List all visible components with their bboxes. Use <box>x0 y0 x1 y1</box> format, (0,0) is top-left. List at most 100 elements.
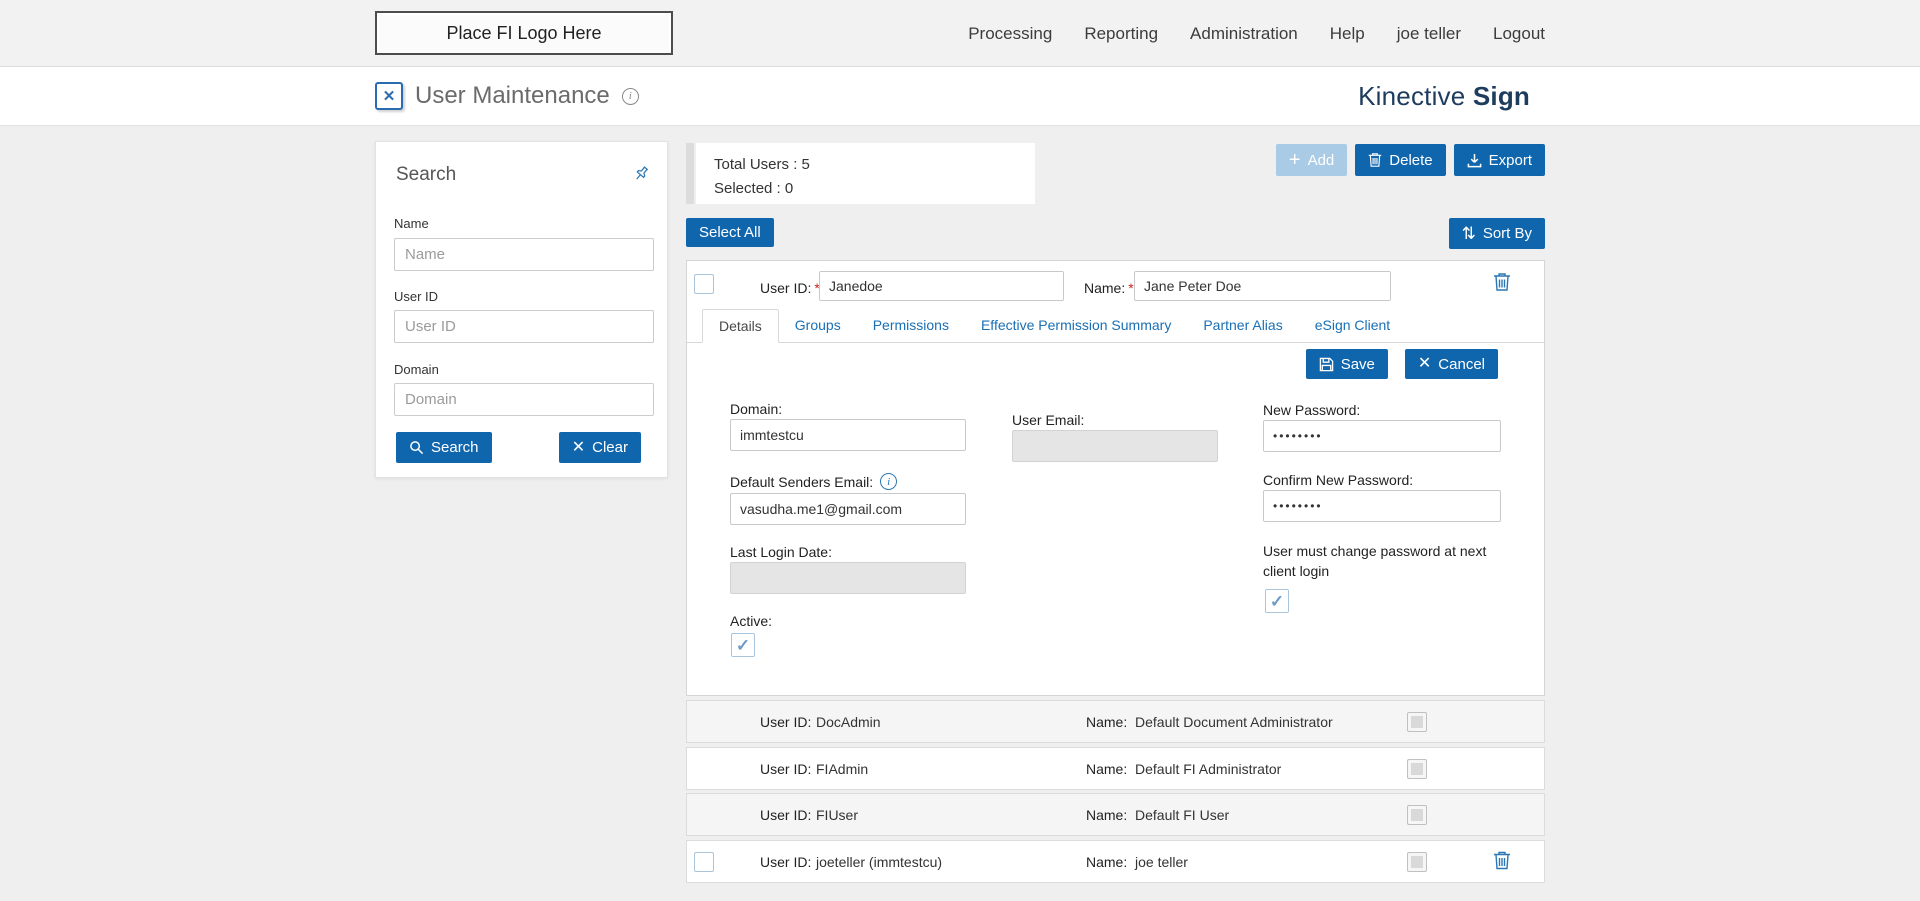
row-disabled-checkbox <box>1407 852 1427 872</box>
brand-logo: Kinective Sign <box>1358 67 1530 125</box>
default-senders-email-input[interactable] <box>730 493 966 525</box>
row-name-value: Default Document Administrator <box>1135 714 1333 730</box>
user-row[interactable]: User ID: DocAdmin Name: Default Document… <box>686 700 1545 743</box>
pin-icon[interactable] <box>631 164 651 189</box>
nav-item-processing[interactable]: Processing <box>968 24 1052 44</box>
must-change-password-label: User must change password at next client… <box>1263 541 1515 582</box>
tab-details[interactable]: Details <box>702 309 779 343</box>
row-disabled-checkbox <box>1407 712 1427 732</box>
toolbar: + Add Delete Export <box>1276 144 1545 176</box>
active-checkbox[interactable]: ✓ <box>731 633 755 657</box>
search-domain-input[interactable] <box>394 383 654 416</box>
summary-box: Total Users : 5 Selected : 0 <box>696 143 1035 204</box>
name-label: Name:* <box>1084 280 1134 296</box>
row-delete-button[interactable] <box>1493 850 1511 873</box>
sort-by-label: Sort By <box>1483 225 1532 242</box>
trash-icon <box>1368 152 1382 168</box>
user-tabs: Details Groups Permissions Effective Per… <box>687 309 1544 343</box>
page-title: User Maintenance <box>415 82 610 110</box>
row-name-value: joe teller <box>1135 854 1188 870</box>
row-name-label: Name: <box>1086 714 1127 730</box>
check-icon: ✓ <box>736 637 750 654</box>
domain-input[interactable] <box>730 419 966 451</box>
page-header: ✕ User Maintenance i Kinective Sign <box>0 67 1920 126</box>
trash-icon <box>1493 858 1511 873</box>
fi-logo-text: Place FI Logo Here <box>446 23 601 44</box>
save-button[interactable]: Save <box>1306 349 1388 379</box>
row-select-checkbox[interactable] <box>694 274 714 294</box>
domain-label: Domain: <box>730 401 782 417</box>
user-row[interactable]: User ID: FIAdmin Name: Default FI Admini… <box>686 747 1545 790</box>
add-button-label: Add <box>1308 152 1335 169</box>
user-id-input[interactable] <box>819 271 1064 301</box>
check-icon: ✓ <box>1270 593 1284 610</box>
total-users-text: Total Users : 5 <box>714 153 1017 177</box>
nav-item-administration[interactable]: Administration <box>1190 24 1298 44</box>
new-password-label: New Password: <box>1263 402 1360 418</box>
sort-icon: ⇅ <box>1462 225 1476 242</box>
search-name-input[interactable] <box>394 238 654 271</box>
clear-button[interactable]: ✕ Clear <box>559 432 641 463</box>
trash-icon <box>1493 280 1511 295</box>
name-input[interactable] <box>1134 271 1391 301</box>
confirm-new-password-label: Confirm New Password: <box>1263 472 1413 488</box>
nav-item-reporting[interactable]: Reporting <box>1084 24 1158 44</box>
main-content: Search Name User ID Domain Search <box>0 126 1920 901</box>
tab-partner-alias[interactable]: Partner Alias <box>1187 309 1298 342</box>
last-login-date-input <box>730 562 966 594</box>
nav-item-current-user[interactable]: joe teller <box>1397 24 1461 44</box>
tab-effective-permission-summary[interactable]: Effective Permission Summary <box>965 309 1187 342</box>
brand-bold: Sign <box>1473 81 1530 112</box>
top-nav: Processing Reporting Administration Help… <box>968 0 1545 67</box>
user-row[interactable]: User ID: FIUser Name: Default FI User <box>686 793 1545 836</box>
select-all-button[interactable]: Select All <box>686 218 774 247</box>
new-password-input[interactable] <box>1263 420 1501 452</box>
search-button[interactable]: Search <box>396 432 492 463</box>
row-name-label: Name: <box>1086 854 1127 870</box>
plus-icon: + <box>1289 150 1301 170</box>
tab-groups[interactable]: Groups <box>779 309 857 342</box>
close-icon: ✕ <box>1418 356 1431 372</box>
default-senders-email-label: Default Senders Email: i <box>730 473 897 490</box>
search-userid-input[interactable] <box>394 310 654 343</box>
row-name-label: Name: <box>1086 761 1127 777</box>
add-button[interactable]: + Add <box>1276 144 1347 176</box>
tab-esign-client[interactable]: eSign Client <box>1299 309 1407 342</box>
required-asterisk: * <box>1128 280 1133 296</box>
row-name-value: Default FI Administrator <box>1135 761 1281 777</box>
cancel-button[interactable]: ✕ Cancel <box>1405 349 1498 379</box>
row-user-id-label: User ID: <box>760 854 811 870</box>
row-user-id-value: FIAdmin <box>816 761 868 777</box>
nav-item-logout[interactable]: Logout <box>1493 24 1545 44</box>
search-icon <box>409 440 424 455</box>
delete-button-label: Delete <box>1389 152 1432 169</box>
search-panel: Search Name User ID Domain Search <box>375 141 668 478</box>
delete-button[interactable]: Delete <box>1355 144 1445 176</box>
row-select-checkbox[interactable] <box>694 852 714 872</box>
page: Place FI Logo Here Processing Reporting … <box>0 0 1920 901</box>
must-change-password-checkbox[interactable]: ✓ <box>1265 589 1289 613</box>
row-user-id-value: DocAdmin <box>816 714 881 730</box>
user-row[interactable]: User ID: joeteller (immtestcu) Name: joe… <box>686 840 1545 883</box>
user-id-label: User ID:* <box>760 280 820 296</box>
tab-permissions[interactable]: Permissions <box>857 309 965 342</box>
clear-button-label: Clear <box>592 439 628 456</box>
active-label: Active: <box>730 613 772 629</box>
delete-user-button[interactable] <box>1493 272 1511 295</box>
export-button-label: Export <box>1489 152 1532 169</box>
close-icon: ✕ <box>572 440 585 456</box>
senders-email-info-icon[interactable]: i <box>880 473 897 490</box>
last-login-date-label: Last Login Date: <box>730 544 832 560</box>
export-button[interactable]: Export <box>1454 144 1545 176</box>
nav-item-help[interactable]: Help <box>1330 24 1365 44</box>
row-name-value: Default FI User <box>1135 807 1229 823</box>
sort-by-button[interactable]: ⇅ Sort By <box>1449 218 1545 249</box>
download-icon <box>1467 153 1482 168</box>
user-email-input <box>1012 430 1218 462</box>
page-title-info-icon[interactable]: i <box>622 88 639 105</box>
row-disabled-checkbox <box>1407 759 1427 779</box>
search-button-label: Search <box>431 439 479 456</box>
user-email-label: User Email: <box>1012 412 1084 428</box>
confirm-new-password-input[interactable] <box>1263 490 1501 522</box>
row-name-label: Name: <box>1086 807 1127 823</box>
